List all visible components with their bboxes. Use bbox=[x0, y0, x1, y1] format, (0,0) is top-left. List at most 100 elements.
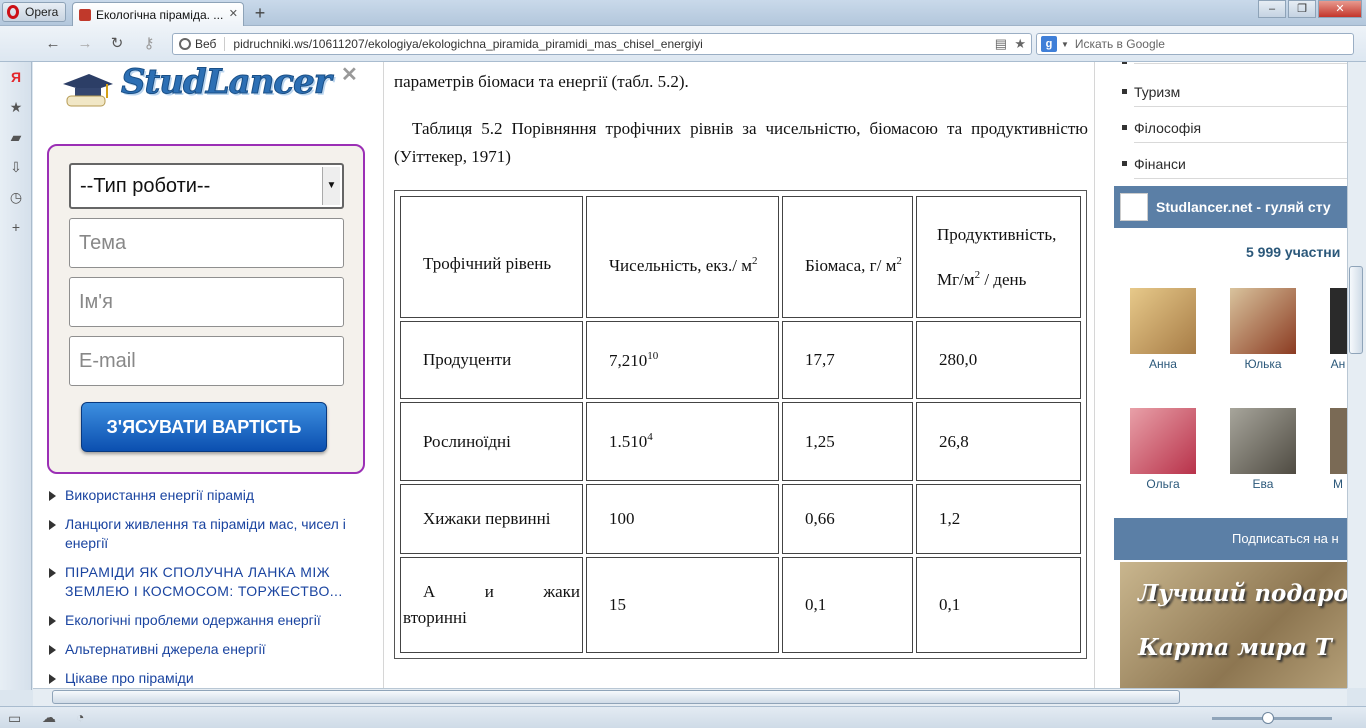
topic-input[interactable]: Тема bbox=[69, 218, 344, 268]
promo-line: Лучший подарок bbox=[1138, 580, 1347, 607]
trophic-levels-table: Трофічний рівень Чисельність, екз./ м2 Б… bbox=[394, 190, 1087, 659]
bookmarks-star-icon[interactable]: ★ bbox=[7, 98, 25, 116]
row-productivity: 26,8 bbox=[916, 402, 1081, 481]
vertical-scrollbar[interactable] bbox=[1347, 62, 1366, 688]
category-item[interactable]: Філософія bbox=[1122, 120, 1347, 143]
get-price-button[interactable]: З'ЯСУВАТИ ВАРТІСТЬ bbox=[81, 402, 327, 452]
related-link[interactable]: Екологічні проблеми одержання енергії bbox=[47, 611, 377, 630]
address-bar[interactable]: Веб pidruchniki.ws/10611207/ekologiya/ek… bbox=[172, 33, 1032, 55]
header-count-text: Чисельність, екз./ м bbox=[609, 255, 753, 275]
related-link[interactable]: Ланцюги живлення та піраміди мас, чисел … bbox=[47, 515, 377, 553]
member-avatar[interactable] bbox=[1330, 408, 1347, 474]
speed-dial-icon[interactable]: ▤ bbox=[995, 36, 1007, 52]
related-link[interactable]: Цікаве про піраміди bbox=[47, 669, 377, 688]
side-panel: Я ★ ▰ ⇩ ◷ + bbox=[0, 62, 32, 690]
tab-close-icon[interactable]: ✕ bbox=[229, 7, 238, 20]
member-name[interactable]: Юлька bbox=[1223, 357, 1303, 371]
chevron-down-icon[interactable]: ▼ bbox=[322, 167, 340, 205]
key-icon[interactable]: ⚷ bbox=[138, 34, 160, 54]
member-name[interactable]: Анна bbox=[1123, 357, 1203, 371]
search-field[interactable]: g ▼ Искать в Google bbox=[1036, 33, 1354, 55]
header-prod-unit: Мг/м bbox=[937, 269, 975, 289]
promo-line: Карта мира Т bbox=[1138, 634, 1332, 661]
related-link[interactable]: Альтернативні джерела енергії bbox=[47, 640, 377, 659]
member-name[interactable]: М bbox=[1318, 477, 1347, 491]
forward-arrow-icon[interactable]: → bbox=[74, 34, 96, 54]
tab-title: Екологічна піраміда. ... bbox=[96, 7, 224, 22]
vertical-scrollbar-thumb[interactable] bbox=[1349, 266, 1363, 354]
related-link[interactable]: Використання енергії пірамід bbox=[47, 486, 377, 505]
cloud-icon[interactable]: ☁ bbox=[42, 709, 56, 726]
order-form: --Тип роботи-- ▼ Тема Ім'я E-mail З'ЯСУВ… bbox=[47, 144, 365, 474]
vk-widget-header[interactable]: Studlancer.net - гуляй сту bbox=[1114, 186, 1347, 228]
page-viewport: StudLancer ✕ --Тип роботи-- ▼ Тема Ім'я … bbox=[33, 62, 1347, 688]
member-avatar[interactable] bbox=[1230, 288, 1296, 354]
table-header-row: Трофічний рівень Чисельність, екз./ м2 Б… bbox=[400, 196, 1081, 319]
yandex-icon[interactable]: Я bbox=[7, 68, 25, 86]
row-level: Продуценти bbox=[400, 321, 583, 400]
zoom-slider-handle[interactable] bbox=[1262, 712, 1274, 724]
member-name[interactable]: Ан bbox=[1318, 357, 1347, 371]
minimize-button[interactable]: – bbox=[1258, 0, 1286, 18]
close-icon[interactable]: ✕ bbox=[341, 62, 358, 87]
add-panel-icon[interactable]: + bbox=[7, 218, 25, 236]
status-bar: ▭ ☁ ◔ bbox=[0, 706, 1366, 728]
horizontal-scrollbar-thumb[interactable] bbox=[52, 690, 1180, 704]
category-item[interactable]: Фінанси bbox=[1122, 156, 1347, 179]
bookmark-star-icon[interactable]: ★ bbox=[1014, 36, 1026, 52]
row-level: Рослиноїдні bbox=[400, 402, 583, 481]
group-logo-icon bbox=[1120, 193, 1148, 221]
category-item[interactable] bbox=[1122, 62, 1347, 64]
subscribe-button[interactable]: Подписаться на н bbox=[1114, 518, 1347, 560]
header-level: Трофічний рівень bbox=[400, 196, 583, 319]
category-item[interactable]: Туризм bbox=[1122, 84, 1347, 107]
member-name[interactable]: Ольга bbox=[1123, 477, 1203, 491]
maximize-button[interactable]: ❐ bbox=[1288, 0, 1316, 18]
row-count: 100 bbox=[586, 483, 779, 554]
row-biomass: 17,7 bbox=[782, 321, 913, 400]
studlancer-logo[interactable]: StudLancer bbox=[55, 62, 332, 116]
window-close-button[interactable]: ✕ bbox=[1318, 0, 1362, 18]
row-count: 15 bbox=[586, 556, 779, 653]
speedometer-icon[interactable]: ◔ bbox=[76, 709, 84, 725]
opera-menu-label: Opera bbox=[25, 5, 59, 19]
address-url[interactable]: pidruchniki.ws/10611207/ekologiya/ekolog… bbox=[233, 37, 702, 51]
member-avatar[interactable] bbox=[1130, 288, 1196, 354]
name-input[interactable]: Ім'я bbox=[69, 277, 344, 327]
header-count-exp: 2 bbox=[752, 254, 758, 267]
reload-icon[interactable]: ↻ bbox=[106, 34, 128, 54]
address-toolbar: ← → ↻ ⚷ Веб pidruchniki.ws/10611207/ekol… bbox=[0, 26, 1366, 62]
row-count: 1.5104 bbox=[586, 402, 779, 481]
title-bar: Opera Екологічна піраміда. ... ✕ + – ❐ ✕ bbox=[0, 0, 1366, 26]
history-clock-icon[interactable]: ◷ bbox=[7, 188, 25, 206]
chevron-down-icon[interactable]: ▼ bbox=[1061, 40, 1069, 49]
member-avatar[interactable] bbox=[1130, 408, 1196, 474]
opera-menu-button[interactable]: Opera bbox=[2, 2, 66, 22]
notes-icon[interactable]: ▰ bbox=[7, 128, 25, 146]
work-type-select[interactable]: --Тип роботи-- ▼ bbox=[69, 163, 344, 209]
member-avatar[interactable] bbox=[1330, 288, 1347, 354]
promo-banner[interactable]: Лучший подарок Карта мира Т bbox=[1120, 562, 1347, 688]
logo-text: StudLancer bbox=[121, 62, 333, 103]
table-row: А и жаки вторинні 15 0,1 0,1 bbox=[400, 556, 1081, 653]
related-links: Використання енергії пірамід Ланцюги жив… bbox=[47, 486, 377, 688]
panel-toggle-icon[interactable]: ▭ bbox=[8, 710, 21, 727]
back-arrow-icon[interactable]: ← bbox=[42, 34, 64, 54]
topic-placeholder: Тема bbox=[79, 232, 127, 254]
table-row: Рослиноїдні 1.5104 1,25 26,8 bbox=[400, 402, 1081, 481]
new-tab-button[interactable]: + bbox=[250, 3, 270, 23]
google-icon[interactable]: g bbox=[1041, 36, 1057, 52]
member-name[interactable]: Ева bbox=[1223, 477, 1303, 491]
email-input[interactable]: E-mail bbox=[69, 336, 344, 386]
right-column: Туризм Філософія Фінанси Studlancer.net … bbox=[1096, 62, 1347, 688]
downloads-icon[interactable]: ⇩ bbox=[7, 158, 25, 176]
row-count-value: 100 bbox=[609, 508, 635, 528]
row-biomass: 1,25 bbox=[782, 402, 913, 481]
related-link[interactable]: ПІРАМІДИ ЯК СПОЛУЧНА ЛАНКА МІЖ ЗЕМЛЕЮ І … bbox=[47, 563, 377, 601]
globe-icon bbox=[179, 38, 191, 50]
browser-tab-active[interactable]: Екологічна піраміда. ... ✕ bbox=[72, 2, 244, 26]
header-count: Чисельність, екз./ м2 bbox=[586, 196, 779, 319]
member-avatar[interactable] bbox=[1230, 408, 1296, 474]
row-productivity: 1,2 bbox=[916, 483, 1081, 554]
address-mode-label: Веб bbox=[195, 37, 226, 51]
